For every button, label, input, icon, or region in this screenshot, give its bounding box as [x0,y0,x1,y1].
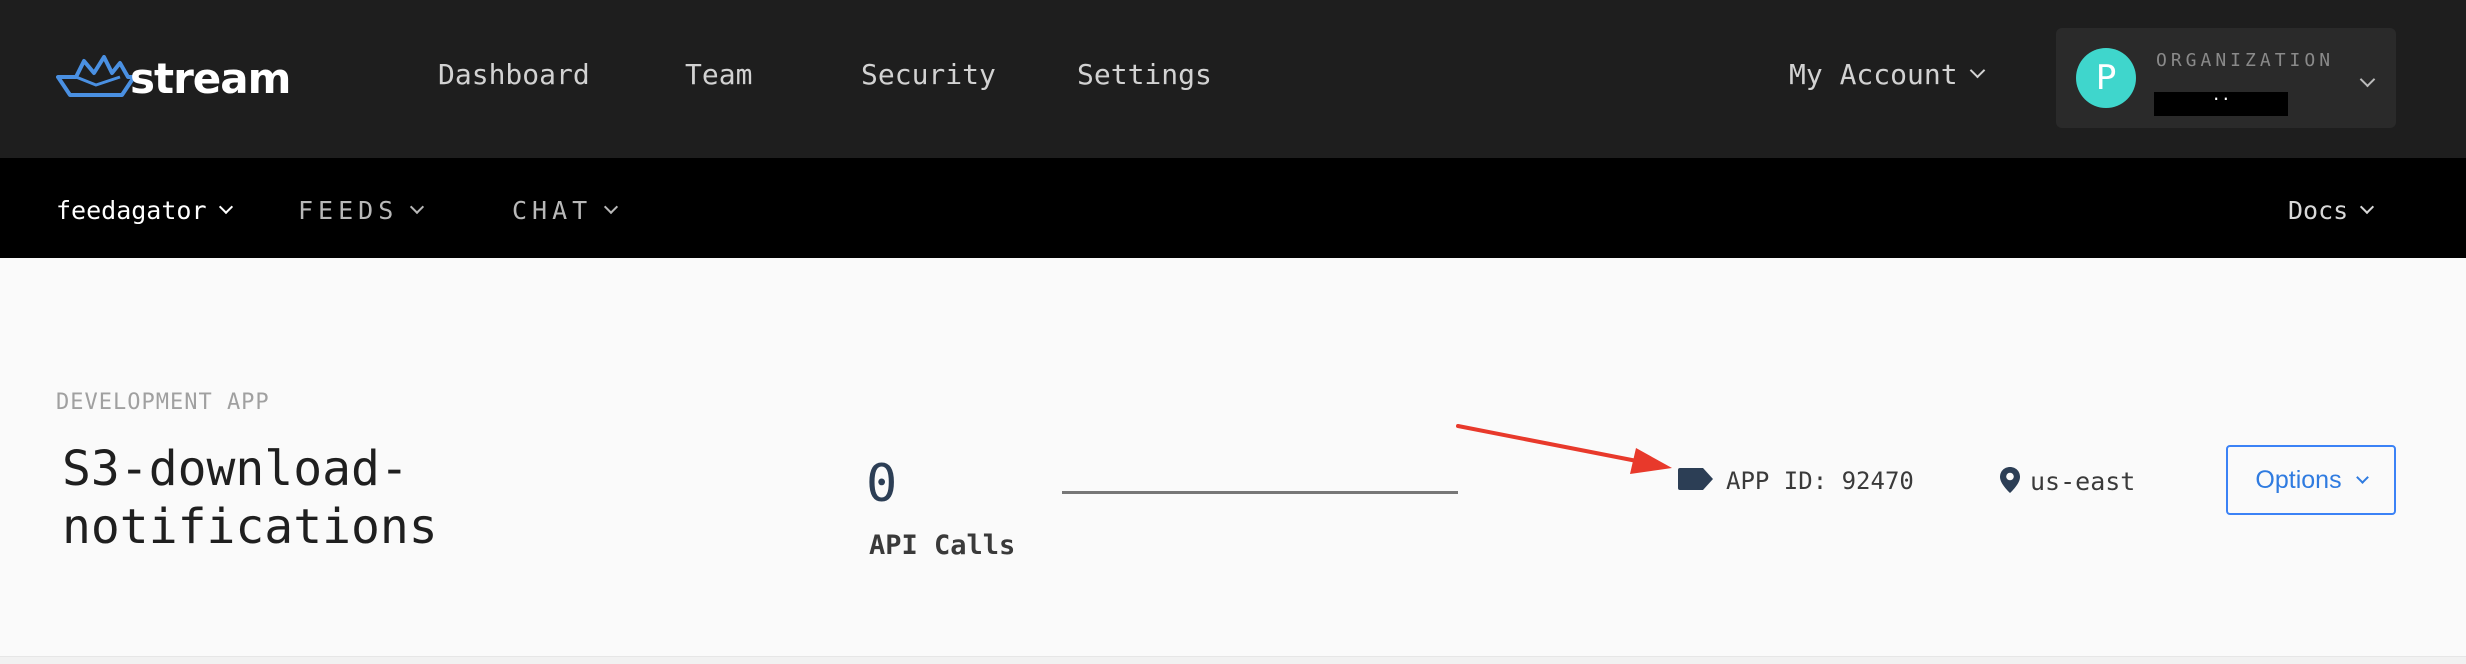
chevron-down-icon [2359,70,2376,89]
api-calls-value: 0 [866,454,898,514]
avatar: P [2076,48,2136,108]
tag-icon [1678,468,1713,490]
organization-switcher[interactable]: P ORGANIZATION .. [2056,28,2396,128]
app-nav-bar: feedagator FEEDS CHAT Docs [0,158,2466,258]
divider [0,656,2466,664]
brand-name: stream [130,53,291,103]
api-calls-label: API Calls [869,530,1016,561]
my-account-menu[interactable]: My Account [1789,58,1985,91]
location-pin-icon [2000,467,2020,493]
api-calls-sparkline [1062,491,1458,494]
docs-menu-label: Docs [2288,196,2349,225]
brand-logo[interactable]: stream [56,52,291,104]
organization-name: .. [2154,87,2288,116]
app-selector[interactable]: feedagator [56,196,233,225]
chevron-down-icon [410,199,425,214]
chat-menu[interactable]: CHAT [512,196,619,225]
nav-team[interactable]: Team [685,58,752,91]
app-selector-label: feedagator [56,196,207,225]
nav-dashboard[interactable]: Dashboard [438,58,590,91]
app-id: APP ID: 92470 [1726,467,1914,495]
feeds-menu-label: FEEDS [298,196,399,225]
chevron-down-icon [604,199,619,214]
options-button[interactable]: Options [2226,445,2396,515]
nav-settings[interactable]: Settings [1077,58,1212,91]
red-arrow-icon [1456,424,1672,474]
chat-menu-label: CHAT [512,196,593,225]
boat-logo-icon [56,55,136,97]
organization-label: ORGANIZATION [2156,50,2335,71]
docs-menu[interactable]: Docs [2288,196,2375,225]
my-account-label: My Account [1789,58,1958,91]
chevron-down-icon [2355,470,2369,484]
environment-label: DEVELOPMENT APP [56,390,270,415]
chevron-down-icon [1969,62,1985,79]
nav-security[interactable]: Security [861,58,996,91]
region: us-east [2030,467,2136,496]
feeds-menu[interactable]: FEEDS [298,196,425,225]
options-button-label: Options [2255,465,2342,494]
app-title: S3-download-notifications [62,441,438,555]
chevron-down-icon [218,199,233,214]
chevron-down-icon [2360,199,2375,214]
top-nav-bar: stream Dashboard Team Security Settings … [0,0,2466,158]
